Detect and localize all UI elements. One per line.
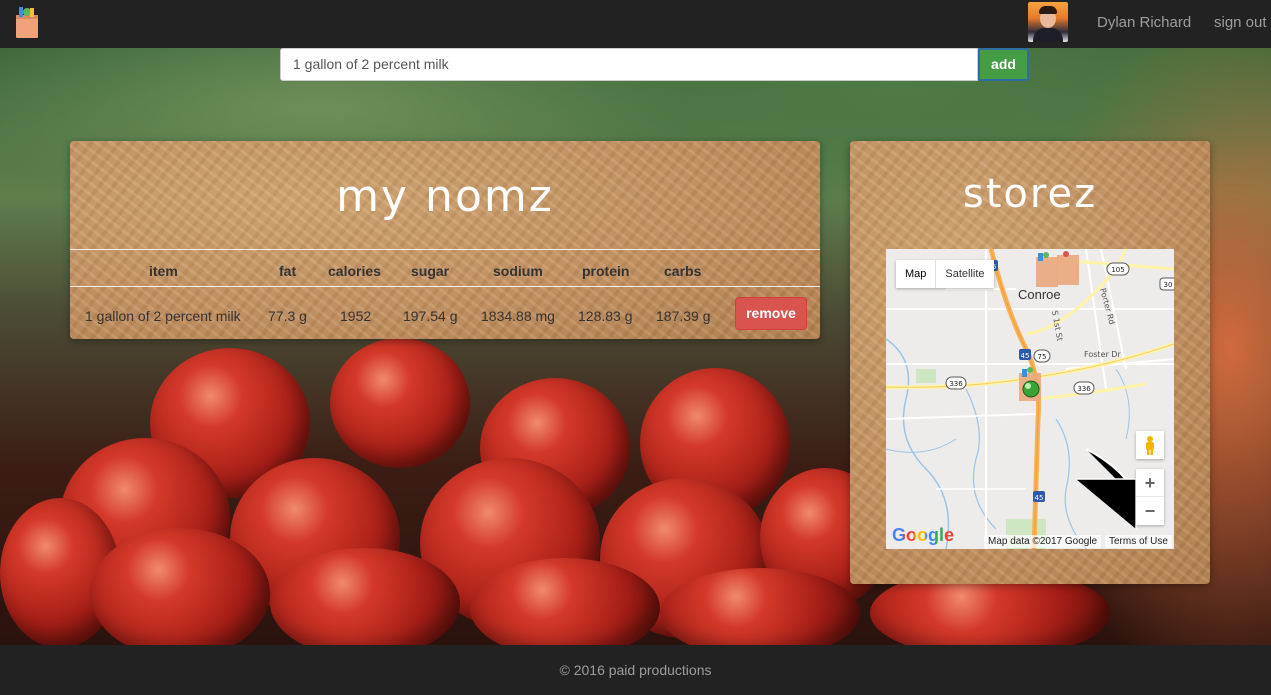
cell-fat: 77.3 g — [268, 308, 307, 324]
footer: © 2016 paid productions — [0, 645, 1271, 695]
storez-panel: storez 105 45 75 336 336 45 30 Foster Dr… — [850, 141, 1210, 584]
map-type-control: Map Satellite — [896, 260, 994, 288]
shield-i45-south: 45 — [1035, 494, 1044, 502]
shield-105: 105 — [1111, 266, 1124, 274]
cell-item: 1 gallon of 2 percent milk — [85, 308, 241, 324]
food-item-input[interactable]: 1 gallon of 2 percent milk — [280, 48, 978, 81]
zoom-in-button[interactable]: + — [1136, 469, 1164, 497]
col-header-sodium: sodium — [493, 263, 543, 279]
google-logo: Google — [892, 525, 954, 545]
nomz-panel: my nomz item fat calories sugar sodium p… — [70, 141, 820, 339]
col-header-protein: protein — [582, 263, 630, 279]
col-header-fat: fat — [279, 263, 297, 279]
avatar[interactable] — [1028, 2, 1068, 42]
location-marker-icon[interactable] — [1022, 380, 1040, 398]
shield-336-east: 336 — [1077, 385, 1091, 393]
cell-carbs: 187.39 g — [656, 308, 711, 324]
col-header-calories: calories — [328, 263, 381, 279]
nav-user-name[interactable]: Dylan Richard — [1097, 14, 1191, 31]
map-type-satellite-button[interactable]: Satellite — [935, 260, 993, 288]
cell-protein: 128.83 g — [578, 308, 633, 324]
signout-link[interactable]: sign out — [1214, 14, 1267, 31]
shield-75: 75 — [1038, 353, 1047, 361]
footer-copyright: © 2016 paid productions — [559, 662, 712, 678]
map-type-map-button[interactable]: Map — [896, 260, 935, 288]
road-label-foster: Foster Dr — [1084, 350, 1121, 359]
map-attribution: Map data ©2017 Google — [984, 535, 1102, 548]
storez-title: storez — [962, 171, 1098, 217]
cell-sodium: 1834.88 mg — [481, 308, 555, 324]
cell-sugar: 197.54 g — [403, 308, 458, 324]
add-button[interactable]: add — [978, 48, 1029, 81]
shield-336-west: 336 — [949, 380, 963, 388]
zoom-out-button[interactable]: − — [1136, 497, 1164, 525]
cell-calories: 1952 — [340, 308, 372, 324]
remove-button[interactable]: remove — [735, 297, 807, 330]
shield-i45-mid: 45 — [1021, 352, 1030, 360]
col-header-item: item — [149, 263, 178, 279]
nomz-title: my nomz — [336, 171, 554, 222]
grocery-bag-logo-icon[interactable] — [14, 6, 40, 38]
shield-30: 30 — [1164, 281, 1173, 289]
zoom-control: + − — [1136, 469, 1164, 525]
top-navbar: Dylan Richard sign out — [0, 0, 1271, 48]
store-map[interactable]: 45 105 45 75 336 336 45 30 Foster Dr Por… — [886, 249, 1174, 549]
col-header-sugar: sugar — [411, 263, 450, 279]
col-header-carbs: carbs — [664, 263, 702, 279]
map-town-label: Conroe — [1018, 287, 1061, 302]
store-marker-north[interactable] — [1036, 251, 1079, 287]
street-view-pegman-icon[interactable] — [1136, 431, 1164, 459]
terms-of-use-link[interactable]: Terms of Use — [1105, 535, 1172, 548]
